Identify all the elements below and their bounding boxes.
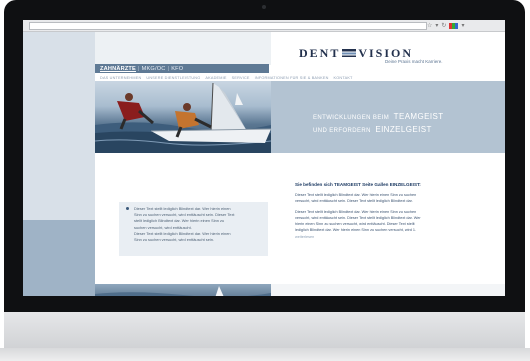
quote-text: Dieser Text stellt lediglich Blindtext d… — [134, 206, 264, 243]
quote-line: Dieser Text stellt lediglich Blindtext d… — [134, 230, 231, 236]
hero-line1-small: ENTWICKLUNGEN BEIM — [313, 115, 390, 121]
footer-photo-sailing — [95, 284, 271, 296]
nav-kontakt[interactable]: KONTAKT — [334, 76, 353, 80]
toolbar-icons: ☆ ▾ ↻ ▾ — [427, 20, 464, 31]
monitor-stand — [0, 348, 530, 361]
dropdown-icon[interactable]: ▾ — [435, 22, 438, 29]
screen: ☆ ▾ ↻ ▾ DENT VISION Deine Praxis macht Ka… — [23, 20, 505, 296]
chevron-down-icon[interactable]: ▾ — [461, 22, 464, 29]
browser-toolbar: ☆ ▾ ↻ ▾ — [23, 20, 505, 32]
primary-nav: ZAHNÄRZTE | MKG/OC | KFO — [95, 64, 269, 73]
quote-line: Sinn zu suchen versucht, wird enttäuscht… — [134, 212, 235, 218]
hero-line2-small: UND ERFORDERN — [313, 128, 371, 134]
article-paragraph: Dieser Text stellt lediglich Blindtext d… — [295, 193, 417, 204]
nav-separator: | — [137, 65, 140, 72]
footer-boat-illustration — [95, 286, 271, 296]
nav-unternehmen[interactable]: DAS UNTERNEHMEN — [100, 76, 141, 80]
sailing-illustration — [95, 82, 271, 153]
read-more-link[interactable]: weiterlesen — [295, 235, 314, 239]
camera-icon — [262, 5, 266, 9]
bullet-icon — [126, 207, 129, 210]
nav-service[interactable]: SERVICE — [232, 76, 250, 80]
website: DENT VISION Deine Praxis macht Karriere. … — [23, 32, 505, 296]
nav-zahnaerzte[interactable]: ZAHNÄRZTE — [100, 66, 136, 72]
nav-dienstleistung[interactable]: UNSERE DIENSTLEISTUNG — [146, 76, 200, 80]
monitor-bezel: ☆ ▾ ↻ ▾ DENT VISION Deine Praxis macht Ka… — [4, 0, 525, 312]
logo-text-vision: VISION — [358, 46, 414, 60]
hero-line1-big: TEAMGEIST — [393, 112, 444, 121]
nav-kfo[interactable]: KFO — [171, 66, 183, 72]
address-bar[interactable] — [29, 22, 427, 30]
tagline: Deine Praxis macht Karriere. — [385, 59, 443, 64]
hero-line2-big: EINZELGEIST — [375, 125, 432, 134]
nav-akademie[interactable]: AKADEMIE — [205, 76, 226, 80]
nav-separator: | — [167, 65, 170, 72]
article-paragraph: Dieser Text stellt lediglich Blindtext d… — [295, 209, 425, 239]
quote-line: suchen versucht, wird enttäuscht. — [134, 224, 192, 230]
left-panel-lower — [23, 220, 95, 296]
nav-mkg-oc[interactable]: MKG/OC — [142, 66, 166, 72]
favicon-icon — [449, 22, 459, 29]
star-icon[interactable]: ☆ — [427, 22, 432, 29]
quote-box: Dieser Text stellt lediglich Blindtext d… — [119, 202, 268, 256]
footer-area — [271, 284, 505, 296]
quote-line: stellt lediglich Blindtext dar. Wer hier… — [134, 218, 225, 224]
quote-line: Dieser Text stellt lediglich Blindtext d… — [134, 206, 231, 211]
hero-headline: ENTWICKLUNGEN BEIM TEAMGEIST UND ERFORDE… — [313, 110, 444, 136]
hero-photo-sailing — [95, 81, 271, 153]
quote-line: Sinn zu suchen versucht, wird enttäuscht… — [134, 237, 215, 243]
logo-mark-icon — [342, 49, 357, 57]
secondary-nav: DAS UNTERNEHMEN UNSERE DIENSTLEISTUNG AK… — [95, 74, 505, 81]
nav-informationen[interactable]: INFORMATIONEN FÜR SIE & BANKEN — [255, 76, 329, 80]
article-paragraph-text: Dieser Text stellt lediglich Blindtext d… — [295, 210, 421, 233]
logo-text-dent: DENT — [299, 46, 341, 60]
reload-icon[interactable]: ↻ — [441, 22, 446, 29]
article-title: Sie befinden sich TEAMGEIST Seite Gallen… — [295, 182, 421, 187]
article-body: Dieser Text stellt lediglich Blindtext d… — [295, 192, 425, 245]
